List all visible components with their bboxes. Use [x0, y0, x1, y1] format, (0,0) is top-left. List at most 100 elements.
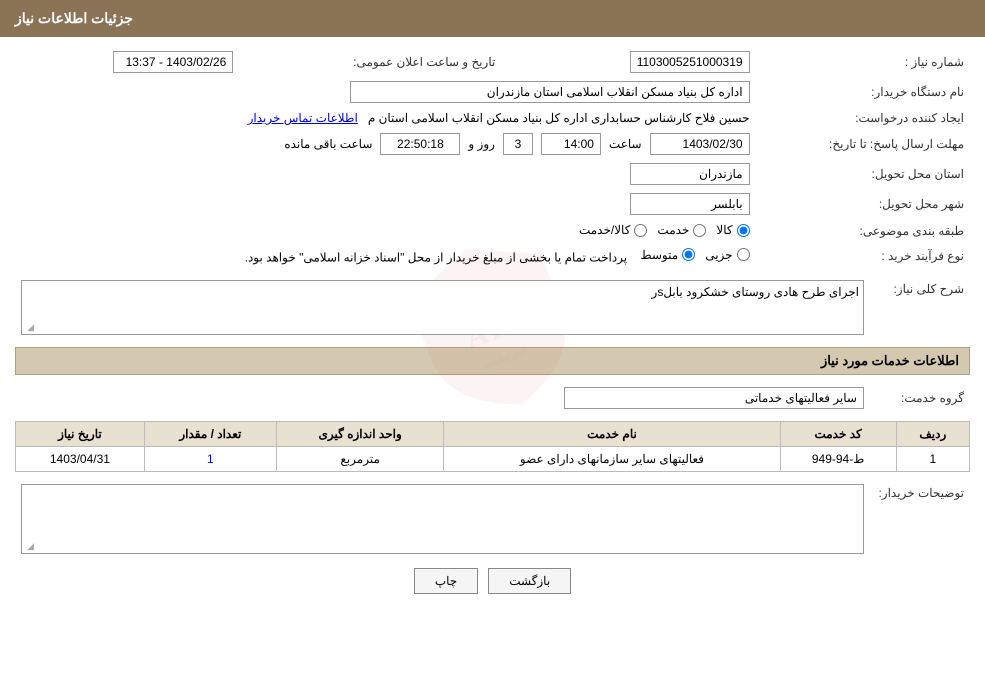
radio-kala-khedmat-input[interactable] [634, 224, 647, 237]
goroh-box: سایر فعالیتهای خدماتی [564, 387, 864, 409]
services-thead: ردیف کد خدمت نام خدمت واحد اندازه گیری ت… [16, 422, 970, 447]
deadline-unit: ساعت باقی مانده [284, 137, 372, 151]
notes-textarea-wrapper: ◢ [21, 484, 864, 554]
radio-jozei: جزیی [705, 248, 749, 262]
row-purchase-type: نوع فرآیند خرید : جزیی متوسط پرداخت تمام… [15, 244, 970, 269]
notes-row: توضیحات خریدار: ◢ [15, 480, 970, 558]
cell-radif: 1 [896, 447, 969, 472]
sharh-row: شرح کلی نیاز: اجرای طرح هادی روستای خشکر… [15, 276, 970, 339]
province-value: مازندران [15, 159, 756, 189]
radio-khedmat-input[interactable] [693, 224, 706, 237]
deadline-day-box: 3 [503, 133, 533, 155]
radio-motavaset-label: متوسط [640, 248, 678, 262]
notes-resize-handle: ◢ [24, 541, 34, 551]
row-province: استان محل تحویل: مازندران [15, 159, 970, 189]
notes-value-cell: ◢ [15, 480, 870, 558]
radio-kala-khedmat-label: کالا/خدمت [579, 223, 630, 237]
province-box: مازندران [630, 163, 750, 185]
deadline-day-label: روز و [468, 137, 495, 151]
info-table: شماره نیاز : 1103005251000319 تاریخ و سا… [15, 47, 970, 268]
city-box: بابلسر [630, 193, 750, 215]
table-row: 1 ط-94-949 فعالیتهای سایر سازمانهای دارا… [16, 447, 970, 472]
page-title: جزئیات اطلاعات نیاز [15, 10, 133, 26]
purchase-desc-text: پرداخت تمام یا بخشی از مبلغ خریدار از مح… [245, 250, 628, 264]
goroh-value-cell: سایر فعالیتهای خدماتی [15, 383, 870, 413]
shomare-box: 1103005251000319 [630, 51, 750, 73]
creator-value: حسین فلاح کارشناس حسابداری اداره کل بنیا… [15, 107, 756, 129]
services-tbody: 1 ط-94-949 فعالیتهای سایر سازمانهای دارا… [16, 447, 970, 472]
col-radif: ردیف [896, 422, 969, 447]
radio-kala-khedmat: کالا/خدمت [579, 223, 647, 237]
resize-handle: ◢ [24, 322, 34, 332]
services-data-table: ردیف کد خدمت نام خدمت واحد اندازه گیری ت… [15, 421, 970, 472]
goroh-row: گروه خدمت: سایر فعالیتهای خدماتی [15, 383, 970, 413]
row-creator: ایجاد کننده درخواست: حسین فلاح کارشناس ح… [15, 107, 970, 129]
col-unit: واحد اندازه گیری [276, 422, 444, 447]
radio-kala-label: کالا [716, 223, 732, 237]
row-classification: طبقه بندی موضوعی: کالا خدمت [15, 219, 970, 244]
col-date: تاریخ نیاز [16, 422, 145, 447]
radio-motavaset: متوسط [640, 248, 695, 262]
radio-khedmat-label: خدمت [657, 223, 689, 237]
deadline-flex: 1403/02/30 ساعت 14:00 3 روز و 22:50:18 س… [21, 133, 750, 155]
page-wrapper: جزئیات اطلاعات نیاز ATA tender.net شماره… [0, 0, 985, 691]
contact-link[interactable]: اطلاعات تماس خریدار [248, 111, 358, 125]
sharh-value-cell: اجرای طرح هادی روستای خشکرود بابلsر ◢ [15, 276, 870, 339]
date-label: تاریخ و ساعت اعلان عمومی: [239, 47, 501, 77]
row-dasgah: نام دستگاه خریدار: اداره کل بنیاد مسکن ا… [15, 77, 970, 107]
goroh-label: گروه خدمت: [870, 383, 970, 413]
radio-kala: کالا [716, 223, 749, 237]
radio-kala-input[interactable] [737, 224, 750, 237]
purchase-type-content: جزیی متوسط پرداخت تمام یا بخشی از مبلغ خ… [15, 244, 756, 269]
main-content: ATA tender.net شماره نیاز : 110300525100… [0, 37, 985, 614]
classification-group: کالا خدمت کالا/خدمت [579, 223, 750, 237]
deadline-time-box: 14:00 [541, 133, 601, 155]
col-name: نام خدمت [444, 422, 780, 447]
radio-motavaset-input[interactable] [682, 248, 695, 261]
services-header-row: ردیف کد خدمت نام خدمت واحد اندازه گیری ت… [16, 422, 970, 447]
sharh-text: اجرای طرح هادی روستای خشکرود بابلsر [652, 285, 859, 299]
creator-label: ایجاد کننده درخواست: [756, 107, 970, 129]
radio-jozei-label: جزیی [705, 248, 732, 262]
print-button[interactable]: چاپ [414, 568, 478, 594]
cell-name: فعالیتهای سایر سازمانهای دارای عضو [444, 447, 780, 472]
goroh-table: گروه خدمت: سایر فعالیتهای خدماتی [15, 383, 970, 413]
shomare-label: شماره نیاز : [756, 47, 970, 77]
date-value: 1403/02/26 - 13:37 [15, 47, 239, 77]
row-deadline: مهلت ارسال پاسخ: تا تاریخ: 1403/02/30 سا… [15, 129, 970, 159]
purchase-group: جزیی متوسط [640, 248, 749, 262]
classification-label: طبقه بندی موضوعی: [756, 219, 970, 244]
city-value: بابلسر [15, 189, 756, 219]
radio-khedmat: خدمت [657, 223, 706, 237]
dasgah-box: اداره کل بنیاد مسکن انقلاب اسلامی استان … [350, 81, 750, 103]
dasgah-label: نام دستگاه خریدار: [756, 77, 970, 107]
purchase-type-label: نوع فرآیند خرید : [756, 244, 970, 269]
sharh-textarea-wrapper: اجرای طرح هادی روستای خشکرود بابلsر ◢ [21, 280, 864, 335]
sharh-table: شرح کلی نیاز: اجرای طرح هادی روستای خشکر… [15, 276, 970, 339]
deadline-row: 1403/02/30 ساعت 14:00 3 روز و 22:50:18 س… [15, 129, 756, 159]
date-box: 1403/02/26 - 13:37 [113, 51, 233, 73]
row-shomare-date: شماره نیاز : 1103005251000319 تاریخ و سا… [15, 47, 970, 77]
shomare-value: 1103005251000319 [531, 47, 755, 77]
button-row: بازگشت چاپ [15, 568, 970, 594]
cell-code: ط-94-949 [780, 447, 896, 472]
notes-label: توضیحات خریدار: [870, 480, 970, 558]
row-city: شهر محل تحویل: بابلسر [15, 189, 970, 219]
radio-jozei-input[interactable] [737, 248, 750, 261]
province-label: استان محل تحویل: [756, 159, 970, 189]
deadline-date-box: 1403/02/30 [650, 133, 750, 155]
cell-date: 1403/04/31 [16, 447, 145, 472]
col-code: کد خدمت [780, 422, 896, 447]
sharh-label: شرح کلی نیاز: [870, 276, 970, 339]
cell-count: 1 [144, 447, 276, 472]
city-label: شهر محل تحویل: [756, 189, 970, 219]
creator-text: حسین فلاح کارشناس حسابداری اداره کل بنیا… [368, 111, 750, 125]
deadline-remaining-box: 22:50:18 [380, 133, 460, 155]
col-count: تعداد / مقدار [144, 422, 276, 447]
back-button[interactable]: بازگشت [488, 568, 571, 594]
cell-unit: مترمربع [276, 447, 444, 472]
dasgah-value: اداره کل بنیاد مسکن انقلاب اسلامی استان … [15, 77, 756, 107]
deadline-label: مهلت ارسال پاسخ: تا تاریخ: [756, 129, 970, 159]
page-header: جزئیات اطلاعات نیاز [0, 0, 985, 37]
services-section-title: اطلاعات خدمات مورد نیاز [15, 347, 970, 375]
